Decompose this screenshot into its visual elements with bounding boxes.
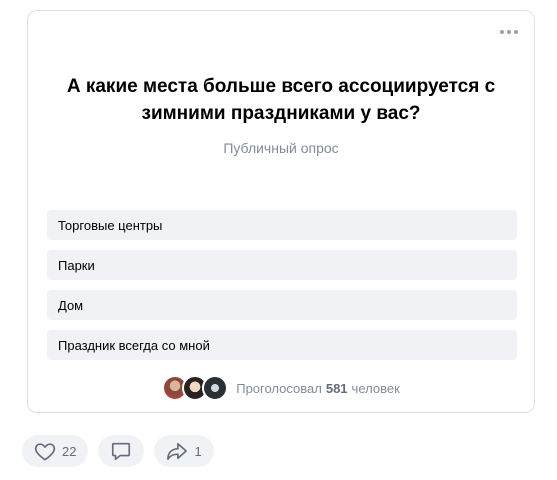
more-button[interactable] — [498, 25, 520, 39]
poll-option-label: Парки — [58, 257, 95, 273]
poll-option[interactable]: Парки — [47, 250, 517, 280]
like-button[interactable]: 22 — [22, 435, 89, 467]
poll-option-label: Торговые центры — [58, 217, 163, 233]
like-count: 22 — [62, 443, 77, 459]
post-actions: 22 1 — [22, 435, 214, 467]
poll-option-label: Праздник всегда со мной — [58, 337, 210, 353]
heart-icon — [34, 443, 56, 461]
avatar — [202, 375, 229, 401]
poll-options: Торговые центры Парки Дом Праздник всегд… — [47, 210, 517, 370]
voters-summary[interactable]: Проголосовал 581 человек — [28, 375, 534, 401]
voter-avatars — [162, 375, 229, 401]
poll-card: А какие места больше всего ассоциируется… — [27, 10, 535, 413]
share-button[interactable]: 1 — [154, 435, 214, 467]
comment-icon — [112, 442, 131, 461]
poll-title: А какие места больше всего ассоциируется… — [66, 76, 496, 124]
more-icon — [500, 30, 518, 34]
poll-option[interactable]: Праздник всегда со мной — [47, 330, 517, 360]
poll-option[interactable]: Дом — [47, 290, 517, 320]
comment-button[interactable] — [98, 435, 145, 467]
voters-count: 581 — [325, 380, 348, 396]
share-count: 1 — [194, 443, 202, 459]
voters-suffix: человек — [351, 380, 400, 396]
poll-option-label: Дом — [58, 297, 84, 313]
voters-prefix: Проголосовал — [236, 380, 322, 396]
poll-option[interactable]: Торговые центры — [47, 210, 517, 240]
poll-subtitle: Публичный опрос — [223, 140, 339, 156]
share-icon — [167, 442, 188, 460]
